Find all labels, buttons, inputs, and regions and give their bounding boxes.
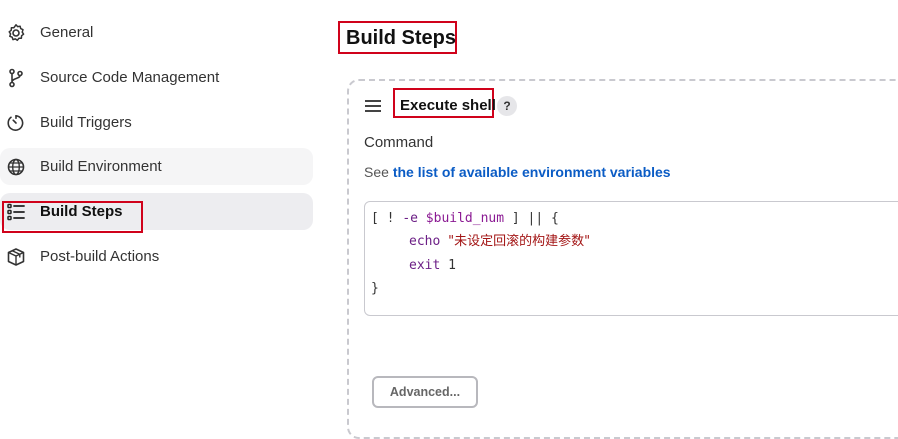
sidebar-item-label: Post-build Actions: [40, 247, 160, 265]
drag-handle-icon[interactable]: [365, 100, 381, 115]
timer-icon: [7, 114, 24, 131]
sidebar-item-build-triggers[interactable]: Build Triggers: [0, 104, 316, 141]
highlight-box-sidebar: [2, 201, 143, 233]
help-icon[interactable]: ?: [497, 96, 517, 116]
code-line-2: echo "未设定回滚的构建参数": [409, 234, 591, 250]
sidebar-item-source-code-management[interactable]: Source Code Management: [0, 59, 316, 96]
sidebar: General Source Code Management Build Tri…: [0, 14, 316, 283]
code-line-4: }: [371, 280, 379, 296]
sidebar-item-label: Build Environment: [40, 158, 162, 176]
env-vars-hint: See the list of available environment va…: [364, 164, 671, 180]
sidebar-item-post-build-actions[interactable]: Post-build Actions: [0, 238, 316, 275]
page-title: Build Steps: [346, 27, 457, 49]
step-title: Execute shell: [400, 97, 496, 114]
sidebar-item-label: General: [40, 24, 94, 41]
branch-icon: [9, 68, 23, 88]
sidebar-item-general[interactable]: General: [0, 14, 316, 51]
command-label: Command: [364, 134, 434, 151]
advanced-button[interactable]: Advanced...: [372, 376, 478, 408]
gear-icon: [8, 24, 25, 42]
code-line-3: exit 1: [409, 257, 456, 273]
command-code: [ ! -e $build_num ] || { echo "未设定回滚的构建参…: [371, 207, 590, 300]
globe-icon: [7, 159, 25, 176]
code-line-1: [ ! -e $build_num ] || {: [371, 211, 559, 226]
see-prefix: See: [364, 164, 393, 180]
package-icon: [7, 248, 25, 266]
sidebar-item-label: Source Code Management: [40, 68, 220, 86]
sidebar-item-label: Build Triggers: [40, 113, 132, 131]
env-vars-link[interactable]: the list of available environment variab…: [393, 164, 671, 180]
sidebar-item-build-environment[interactable]: Build Environment: [0, 148, 313, 186]
